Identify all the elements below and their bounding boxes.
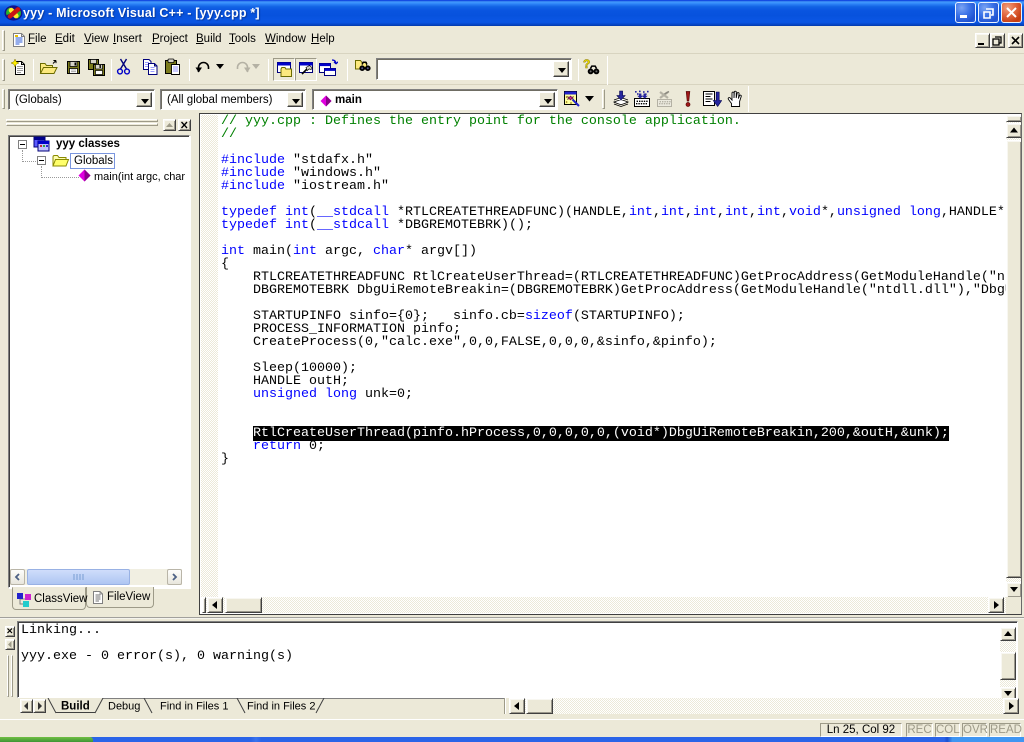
- svg-text:Find in Files 1: Find in Files 1: [160, 701, 228, 713]
- svg-text:Find in Files 2: Find in Files 2: [247, 701, 315, 713]
- svg-text:Debug: Debug: [108, 701, 140, 713]
- svg-text:Build: Build: [61, 701, 90, 713]
